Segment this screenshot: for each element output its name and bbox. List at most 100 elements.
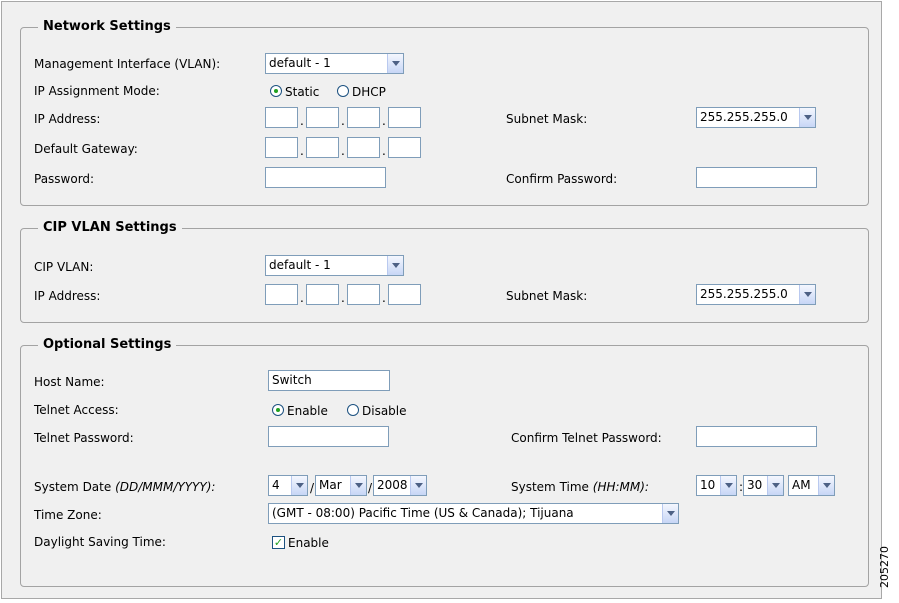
chevron-down-icon[interactable] [720, 476, 736, 495]
ip-octet-1[interactable] [265, 107, 298, 128]
time-zone-label: Time Zone: [34, 508, 102, 522]
system-date-label: System Date (DD/MMM/YYYY): [34, 479, 215, 495]
ip-dot: . [341, 114, 345, 128]
chevron-down-icon[interactable] [799, 108, 815, 127]
password-label: Password: [34, 172, 95, 186]
telnet-disable-radio[interactable] [347, 404, 359, 416]
cip-vlan-select[interactable]: default - 1 [265, 255, 404, 276]
telnet-password-input[interactable] [268, 426, 389, 447]
ip-octet-3[interactable] [347, 107, 380, 128]
ip-octet-2[interactable] [306, 107, 339, 128]
settings-panel: Network Settings Management Interface (V… [1, 1, 882, 599]
dhcp-radio[interactable] [337, 85, 349, 97]
optional-settings-group: Optional Settings Host Name: Switch Teln… [20, 336, 869, 587]
chevron-down-icon[interactable] [662, 504, 678, 523]
daylight-saving-enable-label: Enable [288, 536, 329, 550]
static-label: Static [285, 85, 320, 99]
system-time-format: (HH:MM): [592, 480, 649, 494]
cip-subnet-mask-value: 255.255.255.0 [700, 287, 788, 301]
chevron-down-icon[interactable] [799, 285, 815, 304]
month-value: Mar [319, 478, 342, 492]
telnet-access-label: Telnet Access: [34, 403, 119, 417]
year-select[interactable]: 2008 [373, 475, 427, 496]
telnet-password-label: Telnet Password: [34, 431, 134, 445]
cip-ip-dot: . [382, 291, 386, 305]
daylight-saving-label: Daylight Saving Time: [34, 535, 166, 549]
telnet-enable-label: Enable [287, 404, 328, 418]
gateway-octet-4[interactable] [388, 137, 421, 158]
cip-vlan-settings-legend: CIP VLAN Settings [38, 219, 182, 237]
date-separator: / [310, 481, 315, 495]
gateway-dot: . [341, 144, 345, 158]
chevron-down-icon[interactable] [291, 476, 307, 495]
telnet-disable-label: Disable [362, 404, 407, 418]
ip-dot: . [382, 114, 386, 128]
gateway-octet-2[interactable] [306, 137, 339, 158]
chevron-down-icon[interactable] [387, 54, 403, 73]
gateway-octet-3[interactable] [347, 137, 380, 158]
confirm-password-label: Confirm Password: [506, 172, 618, 186]
telnet-enable-radio[interactable] [272, 404, 284, 416]
date-separator: / [368, 481, 373, 495]
ip-octet-4[interactable] [388, 107, 421, 128]
ampm-select[interactable]: AM [788, 475, 835, 496]
optional-settings-legend: Optional Settings [38, 336, 177, 354]
system-date-format: (DD/MMM/YYYY): [115, 480, 216, 494]
time-zone-value: (GMT - 08:00) Pacific Time (US & Canada)… [272, 506, 574, 520]
time-zone-select[interactable]: (GMT - 08:00) Pacific Time (US & Canada)… [268, 503, 679, 524]
system-date-text: System Date [34, 480, 112, 494]
confirm-telnet-password-label: Confirm Telnet Password: [511, 431, 662, 445]
ip-mode-label: IP Assignment Mode: [34, 84, 160, 98]
host-name-label: Host Name: [34, 375, 105, 389]
hour-value: 10 [700, 478, 716, 492]
cip-ip-octet-2[interactable] [306, 284, 339, 305]
figure-id: 205270 [878, 546, 891, 588]
cip-ip-dot: . [341, 291, 345, 305]
chevron-down-icon[interactable] [410, 476, 426, 495]
minute-value: 30 [747, 478, 763, 492]
system-time-label: System Time (HH:MM): [511, 479, 649, 495]
gateway-dot: . [300, 144, 304, 158]
confirm-password-input[interactable] [696, 167, 817, 188]
cip-ip-octet-1[interactable] [265, 284, 298, 305]
ampm-value: AM [792, 478, 811, 492]
year-value: 2008 [377, 478, 408, 492]
cip-subnet-mask-select[interactable]: 255.255.255.0 [696, 284, 816, 305]
host-name-input[interactable]: Switch [268, 370, 390, 391]
minute-select[interactable]: 30 [743, 475, 784, 496]
day-value: 4 [272, 478, 280, 492]
subnet-mask-label: Subnet Mask: [506, 112, 588, 126]
chevron-down-icon[interactable] [767, 476, 783, 495]
day-select[interactable]: 4 [268, 475, 308, 496]
cip-ip-dot: . [300, 291, 304, 305]
dhcp-label: DHCP [352, 85, 386, 99]
month-select[interactable]: Mar [315, 475, 367, 496]
mgmt-interface-select[interactable]: default - 1 [265, 53, 404, 74]
cip-ip-octet-3[interactable] [347, 284, 380, 305]
default-gateway-label: Default Gateway: [34, 142, 138, 156]
cip-vlan-value: default - 1 [269, 258, 331, 272]
cip-subnet-mask-label: Subnet Mask: [506, 289, 588, 303]
mgmt-interface-value: default - 1 [269, 56, 331, 70]
password-input[interactable] [265, 167, 386, 188]
cip-vlan-label: CIP VLAN: [34, 260, 94, 274]
daylight-saving-checkbox[interactable]: ✓ [272, 536, 285, 549]
chevron-down-icon[interactable] [818, 476, 834, 495]
ip-dot: . [300, 114, 304, 128]
ip-address-label: IP Address: [34, 112, 101, 126]
subnet-mask-value: 255.255.255.0 [700, 110, 788, 124]
network-settings-group: Network Settings Management Interface (V… [20, 18, 869, 206]
mgmt-interface-label: Management Interface (VLAN): [34, 57, 221, 71]
gateway-dot: . [382, 144, 386, 158]
static-radio[interactable] [270, 85, 282, 97]
cip-vlan-settings-group: CIP VLAN Settings CIP VLAN: default - 1 … [20, 219, 869, 323]
subnet-mask-select[interactable]: 255.255.255.0 [696, 107, 816, 128]
chevron-down-icon[interactable] [387, 256, 403, 275]
cip-ip-octet-4[interactable] [388, 284, 421, 305]
hour-select[interactable]: 10 [696, 475, 737, 496]
confirm-telnet-password-input[interactable] [696, 426, 817, 447]
chevron-down-icon[interactable] [350, 476, 366, 495]
gateway-octet-1[interactable] [265, 137, 298, 158]
network-settings-legend: Network Settings [38, 18, 176, 36]
cip-ip-address-label: IP Address: [34, 289, 101, 303]
